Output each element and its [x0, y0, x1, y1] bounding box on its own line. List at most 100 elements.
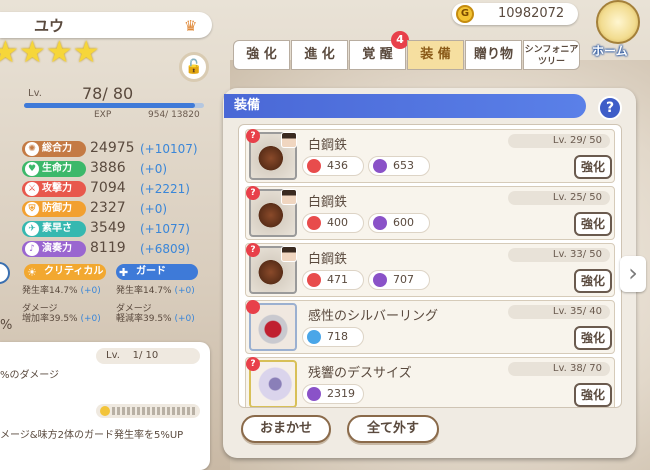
- remove-all-button[interactable]: 全て外す: [347, 415, 439, 443]
- equipment-stat: 600: [368, 213, 430, 233]
- wing-icon: ✈: [25, 222, 39, 236]
- guard-rate-text: 発生率14.7%: [116, 286, 172, 296]
- guard-dmg-text1: ダメージ: [116, 304, 152, 314]
- stat-bonus: (+0): [140, 162, 168, 176]
- stat-value: 653: [393, 159, 414, 172]
- stat-value: 3549: [90, 220, 126, 236]
- equipment-thumbnail[interactable]: ?: [246, 186, 297, 237]
- panel-title: 装備: [224, 94, 586, 118]
- music-icon: [373, 159, 387, 173]
- level-label: Lv.: [28, 88, 42, 99]
- tab-1[interactable]: 進 化: [291, 40, 348, 70]
- tab-label: 進 化: [304, 47, 335, 62]
- level-progress-bar: [24, 103, 204, 108]
- music-icon: [373, 273, 387, 287]
- equipment-level: Lv. 33/ 50: [508, 248, 610, 262]
- equipment-stat: 471: [302, 270, 364, 290]
- help-button[interactable]: ?: [598, 96, 622, 120]
- crit-dmg-text1: ダメージ: [22, 304, 58, 314]
- music-icon: [373, 216, 387, 230]
- next-character-arrow[interactable]: ›: [620, 256, 646, 292]
- crit-rate-text: 発生率14.7%: [22, 286, 78, 296]
- stat-label: 演奏力: [42, 243, 72, 254]
- stat-row: ⛨ 防御力 2327 (+0): [22, 200, 212, 218]
- stat-value: 2319: [327, 387, 355, 400]
- equipment-stat: 707: [368, 270, 430, 290]
- guard-label: ガード: [136, 266, 166, 277]
- info-icon: ?: [246, 357, 260, 371]
- stat-label-pill: ✈ 素早さ: [22, 221, 86, 237]
- auto-equip-button[interactable]: おまかせ: [241, 415, 331, 443]
- enhance-button[interactable]: 強化: [574, 212, 612, 236]
- equipment-thumbnail[interactable]: ?: [246, 129, 297, 180]
- crit-dmg-bonus: (+0): [80, 314, 101, 324]
- stat-bonus: (+6809): [140, 242, 190, 256]
- equipment-row[interactable]: ? 残響のデスサイズ Lv. 38/ 70 2319 強化: [245, 357, 615, 407]
- skill-level-value: 1/ 10: [132, 350, 159, 361]
- equipment-thumbnail[interactable]: ?: [246, 357, 297, 407]
- attack-icon: [307, 216, 321, 230]
- skill-level: Lv. 1/ 10: [96, 348, 200, 364]
- level-value: 78/ 80: [82, 84, 134, 103]
- skill-gauge: [96, 404, 200, 418]
- stat-row: ⚔ 攻撃力 7094 (+2221): [22, 180, 212, 198]
- exp-label: EXP: [94, 110, 112, 120]
- equipment-list: ? 白鋼鉄 Lv. 29/ 50 436 653 強化? 白鋼鉄 Lv. 25/ 50 400 6…: [238, 124, 622, 408]
- tab-label: 覚 醒: [362, 47, 393, 62]
- tab-label: 強 化: [246, 47, 277, 62]
- stat-bonus: (+10107): [140, 142, 198, 156]
- equipment-row[interactable]: ? 白鋼鉄 Lv. 29/ 50 436 653 強化: [245, 129, 615, 183]
- stat-row: ✺ 総合力 24975 (+10107): [22, 140, 212, 158]
- home-button[interactable]: ホーム: [586, 0, 650, 62]
- star-icon: ★: [72, 35, 100, 70]
- guard-rate: 発生率14.7% (+0): [116, 286, 195, 296]
- equipment-thumbnail[interactable]: [246, 300, 297, 351]
- home-label: ホーム: [592, 44, 628, 58]
- skill-desc-line1: %のダメージ: [0, 370, 60, 381]
- stat-label: 防御力: [42, 203, 72, 214]
- tab-0[interactable]: 強 化: [233, 40, 290, 70]
- equipment-stat: 718: [302, 327, 364, 347]
- skill-level-label: Lv.: [106, 350, 120, 361]
- gold-counter: G 10982072: [452, 3, 578, 25]
- gold-coin-icon: G: [456, 5, 474, 23]
- equipment-thumbnail[interactable]: ?: [246, 243, 297, 294]
- equipment-level: Lv. 38/ 70: [508, 362, 610, 376]
- stat-bonus: (+0): [140, 202, 168, 216]
- enhance-button[interactable]: 強化: [574, 269, 612, 293]
- info-icon: ?: [246, 129, 260, 143]
- equipment-name: 白鋼鉄: [308, 252, 348, 267]
- enhance-button[interactable]: 強化: [574, 326, 612, 350]
- crit-rate: 発生率14.7% (+0): [22, 286, 101, 296]
- tab-bar: 強 化 進 化覚 醒4 装 備 贈り物 シンフォニア ツリー: [233, 31, 581, 70]
- tab-3[interactable]: 装 備: [407, 40, 464, 70]
- star-icon: ★: [18, 35, 46, 70]
- equipment-level: Lv. 35/ 40: [508, 305, 610, 319]
- stat-label: 生命力: [42, 163, 72, 174]
- gauge-ticks: [112, 407, 196, 415]
- equipment-row[interactable]: ? 白鋼鉄 Lv. 33/ 50 471 707 強化: [245, 243, 615, 297]
- star-icon: ★: [0, 35, 19, 70]
- equipment-row[interactable]: ? 白鋼鉄 Lv. 25/ 50 400 600 強化: [245, 186, 615, 240]
- equipment-name: 残響のデスサイズ: [308, 366, 412, 381]
- equipment-row[interactable]: 感性のシルバーリング Lv. 35/ 40 718 強化: [245, 300, 615, 354]
- equipment-name: 白鋼鉄: [308, 195, 348, 210]
- equipment-name: 白鋼鉄: [308, 138, 348, 153]
- enhance-button[interactable]: 強化: [574, 383, 612, 407]
- critical-label: クリティカル: [44, 266, 104, 277]
- stat-value: 2327: [90, 200, 126, 216]
- enhance-button[interactable]: 強化: [574, 155, 612, 179]
- lock-icon[interactable]: 🔓: [179, 52, 209, 82]
- gauge-note-icon: [100, 406, 110, 416]
- stat-row: ✈ 素早さ 3549 (+1077): [22, 220, 212, 238]
- stat-row: ♪ 演奏力 8119 (+6809): [22, 240, 212, 258]
- tab-5[interactable]: シンフォニア ツリー: [523, 40, 580, 70]
- tab-4[interactable]: 贈り物: [465, 40, 522, 70]
- tab-2[interactable]: 覚 醒4: [349, 31, 409, 70]
- equipment-stat: 653: [368, 156, 430, 176]
- guard-rate-bonus: (+0): [174, 286, 195, 296]
- stat-value: 707: [393, 273, 414, 286]
- character-panel: ユウ ♛ ★ ★ ★ ★ 🔓 Lv. 78/ 80 EXP 954/ 13820 ✺ 総…: [0, 0, 215, 470]
- stat-value: 718: [327, 330, 348, 343]
- prev-character-arrow[interactable]: [0, 262, 10, 284]
